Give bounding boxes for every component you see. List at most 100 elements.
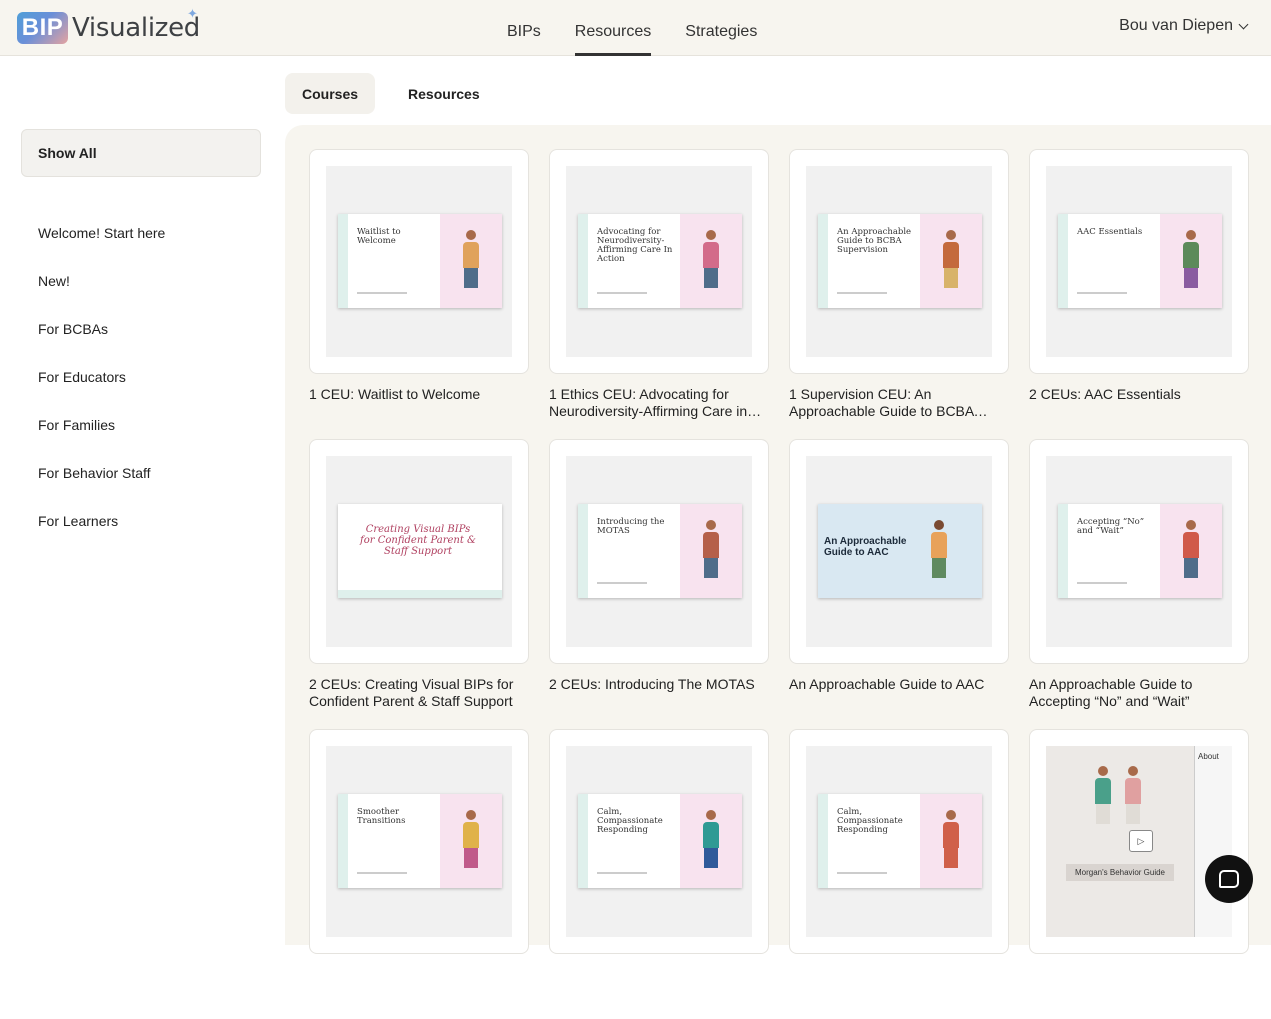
course-item: Advocating for Neurodiversity-Affirming … (549, 149, 769, 439)
play-icon[interactable]: ▷ (1129, 830, 1153, 852)
course-card[interactable]: Calm, Compassionate Responding (549, 729, 769, 954)
course-title[interactable]: 2 CEUs: Introducing The MOTAS (549, 676, 769, 693)
course-item: Waitlist to Welcome 1 CEU: Waitlist to W… (309, 149, 529, 439)
sidebar-item-learners[interactable]: For Learners (21, 497, 261, 545)
slide-preview: Smoother Transitions (338, 794, 502, 888)
slide-preview: Advocating for Neurodiversity-Affirming … (578, 214, 742, 308)
slide-title: Advocating for Neurodiversity-Affirming … (597, 227, 673, 264)
illustration (1174, 520, 1208, 584)
course-title[interactable]: 1 Supervision CEU: An Approachable Guide… (789, 386, 1009, 420)
course-item: Accepting “No” and “Wait” An Approachabl… (1029, 439, 1249, 729)
illustration (1086, 766, 1120, 830)
course-item: AAC Essentials 2 CEUs: AAC Essentials (1029, 149, 1249, 439)
illustration (1174, 230, 1208, 294)
illustration (922, 520, 956, 584)
illustration (454, 810, 488, 874)
chat-button[interactable] (1205, 855, 1253, 903)
video-side-panel: About (1194, 746, 1232, 937)
slide-title: Waitlist to Welcome (357, 227, 401, 246)
course-title[interactable]: 2 CEUs: AAC Essentials (1029, 386, 1249, 403)
slide-preview: Introducing the MOTAS (578, 504, 742, 598)
slide-title: Accepting “No” and “Wait” (1077, 517, 1145, 536)
slide-title: Smoother Transitions (357, 807, 406, 826)
top-bar: BIP Visualized ✦ BIPs Resources Strategi… (0, 0, 1271, 56)
logo-text: Visualized (72, 13, 200, 43)
chevron-down-icon (1238, 19, 1249, 29)
course-card[interactable]: AAC Essentials (1029, 149, 1249, 374)
category-list: Welcome! Start here New! For BCBAs For E… (21, 209, 261, 545)
course-title[interactable]: 2 CEUs: Creating Visual BIPs for Confide… (309, 676, 529, 710)
course-title[interactable]: 1 CEU: Waitlist to Welcome (309, 386, 529, 403)
video-caption: Morgan's Behavior Guide (1066, 864, 1174, 881)
course-item: Calm, Compassionate Responding (549, 729, 769, 1019)
course-item: An Approachable Guide to BCBA Supervisio… (789, 149, 1009, 439)
course-card[interactable]: About ▷ Morgan's Behavior Guide (1029, 729, 1249, 954)
illustration (454, 230, 488, 294)
course-item: Smoother Transitions (309, 729, 529, 1019)
illustration (694, 520, 728, 584)
slide-preview: Accepting “No” and “Wait” (1058, 504, 1222, 598)
course-item: Introducing the MOTAS 2 CEUs: Introducin… (549, 439, 769, 729)
nav-resources[interactable]: Resources (558, 0, 668, 56)
course-title[interactable]: An Approachable Guide to AAC (789, 676, 1009, 693)
sidebar-item-new[interactable]: New! (21, 257, 261, 305)
slide-title: AAC Essentials (1077, 227, 1143, 237)
nav-label: Resources (574, 23, 652, 40)
show-all-button[interactable]: Show All (21, 129, 261, 177)
illustration (1116, 766, 1150, 830)
course-card[interactable]: Creating Visual BIPs for Confident Paren… (309, 439, 529, 664)
tab-resources[interactable]: Resources (391, 73, 497, 114)
course-item: An Approachable Guide to AAC An Approach… (789, 439, 1009, 729)
slide-title: An Approachable Guide to AAC (824, 536, 907, 558)
course-item: Calm, Compassionate Responding (789, 729, 1009, 1019)
sidebar-item-educators[interactable]: For Educators (21, 353, 261, 401)
illustration (694, 230, 728, 294)
course-title[interactable]: 1 Ethics CEU: Advocating for Neurodivers… (549, 386, 769, 420)
course-card[interactable]: An Approachable Guide to BCBA Supervisio… (789, 149, 1009, 374)
slide-preview: An Approachable Guide to AAC (818, 504, 982, 598)
nav-label: BIPs (507, 23, 541, 40)
main-nav: BIPs Resources Strategies (490, 0, 774, 56)
course-card[interactable]: Advocating for Neurodiversity-Affirming … (549, 149, 769, 374)
slide-preview: Calm, Compassionate Responding (818, 794, 982, 888)
sidebar-item-behavior-staff[interactable]: For Behavior Staff (21, 449, 261, 497)
user-menu[interactable]: Bou van Diepen (1119, 17, 1249, 35)
logo[interactable]: BIP Visualized ✦ (17, 6, 200, 44)
nav-label: Strategies (685, 23, 758, 40)
category-sidebar: Show All Welcome! Start here New! For BC… (21, 129, 261, 545)
sub-tabs: Courses Resources (285, 73, 513, 114)
slide-preview: Waitlist to Welcome (338, 214, 502, 308)
illustration (934, 810, 968, 874)
illustration (694, 810, 728, 874)
course-card[interactable]: Waitlist to Welcome (309, 149, 529, 374)
chat-icon (1219, 870, 1239, 888)
sidebar-item-bcbas[interactable]: For BCBAs (21, 305, 261, 353)
slide-preview: Creating Visual BIPs for Confident Paren… (338, 504, 502, 598)
sidebar-item-welcome[interactable]: Welcome! Start here (21, 209, 261, 257)
slide-title: Calm, Compassionate Responding (597, 807, 663, 835)
course-grid-panel: Waitlist to Welcome 1 CEU: Waitlist to W… (285, 125, 1271, 954)
slide-title: An Approachable Guide to BCBA Supervisio… (837, 227, 912, 255)
tab-courses[interactable]: Courses (285, 73, 376, 114)
nav-bips[interactable]: BIPs (490, 0, 558, 56)
slide-title: Introducing the MOTAS (597, 517, 665, 536)
course-card[interactable]: Calm, Compassionate Responding (789, 729, 1009, 954)
sparkle-icon: ✦ (187, 6, 198, 21)
course-grid: Waitlist to Welcome 1 CEU: Waitlist to W… (309, 149, 1249, 1019)
course-title[interactable]: An Approachable Guide to Accepting “No” … (1029, 676, 1249, 710)
course-card[interactable]: Accepting “No” and “Wait” (1029, 439, 1249, 664)
sidebar-item-families[interactable]: For Families (21, 401, 261, 449)
slide-preview: Calm, Compassionate Responding (578, 794, 742, 888)
logo-badge: BIP (17, 12, 68, 44)
course-card[interactable]: An Approachable Guide to AAC (789, 439, 1009, 664)
slide-preview: AAC Essentials (1058, 214, 1222, 308)
slide-title: Creating Visual BIPs for Confident Paren… (360, 524, 476, 557)
slide-title: Calm, Compassionate Responding (837, 807, 903, 835)
user-name: Bou van Diepen (1119, 17, 1233, 34)
illustration (934, 230, 968, 294)
video-thumbnail: About ▷ Morgan's Behavior Guide (1046, 746, 1232, 937)
course-card[interactable]: Smoother Transitions (309, 729, 529, 954)
nav-strategies[interactable]: Strategies (668, 0, 774, 56)
course-card[interactable]: Introducing the MOTAS (549, 439, 769, 664)
slide-preview: An Approachable Guide to BCBA Supervisio… (818, 214, 982, 308)
